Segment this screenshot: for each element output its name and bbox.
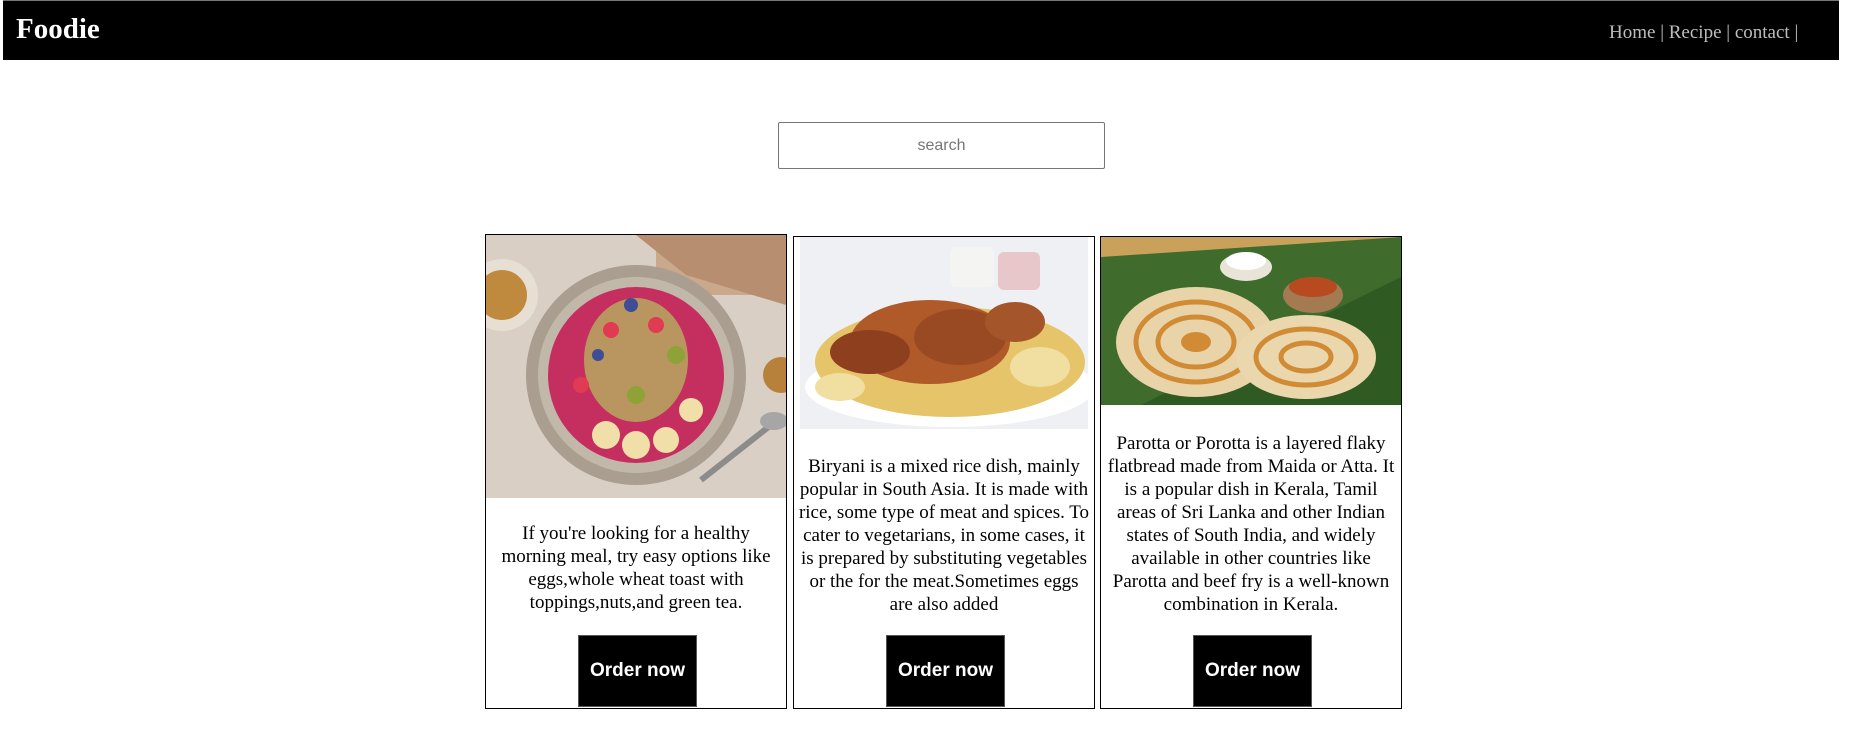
food-card: Biryani is a mixed rice dish, mainly pop… <box>793 236 1095 709</box>
nav-separator: | <box>1789 22 1803 43</box>
nav-link-contact[interactable]: contact <box>1735 22 1790 44</box>
brand-logo[interactable]: Foodie <box>16 13 100 46</box>
top-navbar: Foodie Home | Recipe | contact | <box>3 0 1839 60</box>
nav-links: Home | Recipe | contact | <box>1609 22 1839 44</box>
card-description: Biryani is a mixed rice dish, mainly pop… <box>798 456 1090 615</box>
nav-link-home[interactable]: Home <box>1609 22 1655 44</box>
food-card: If you're looking for a healthy morning … <box>485 234 787 709</box>
order-now-button[interactable]: Order now <box>886 635 1005 707</box>
nav-link-recipe[interactable]: Recipe <box>1669 22 1722 44</box>
nav-separator: | <box>1655 22 1669 43</box>
search-input[interactable] <box>778 122 1105 169</box>
card-description: If you're looking for a healthy morning … <box>501 523 771 613</box>
smoothie-bowl-photo <box>486 235 786 498</box>
order-now-button[interactable]: Order now <box>1193 635 1312 707</box>
food-card: Parotta or Porotta is a layered flaky fl… <box>1100 236 1402 709</box>
biryani-photo <box>800 237 1088 429</box>
order-now-button[interactable]: Order now <box>578 635 697 707</box>
nav-separator: | <box>1721 22 1735 43</box>
card-description: Parotta or Porotta is a layered flaky fl… <box>1107 433 1395 615</box>
parotta-photo <box>1101 237 1401 405</box>
